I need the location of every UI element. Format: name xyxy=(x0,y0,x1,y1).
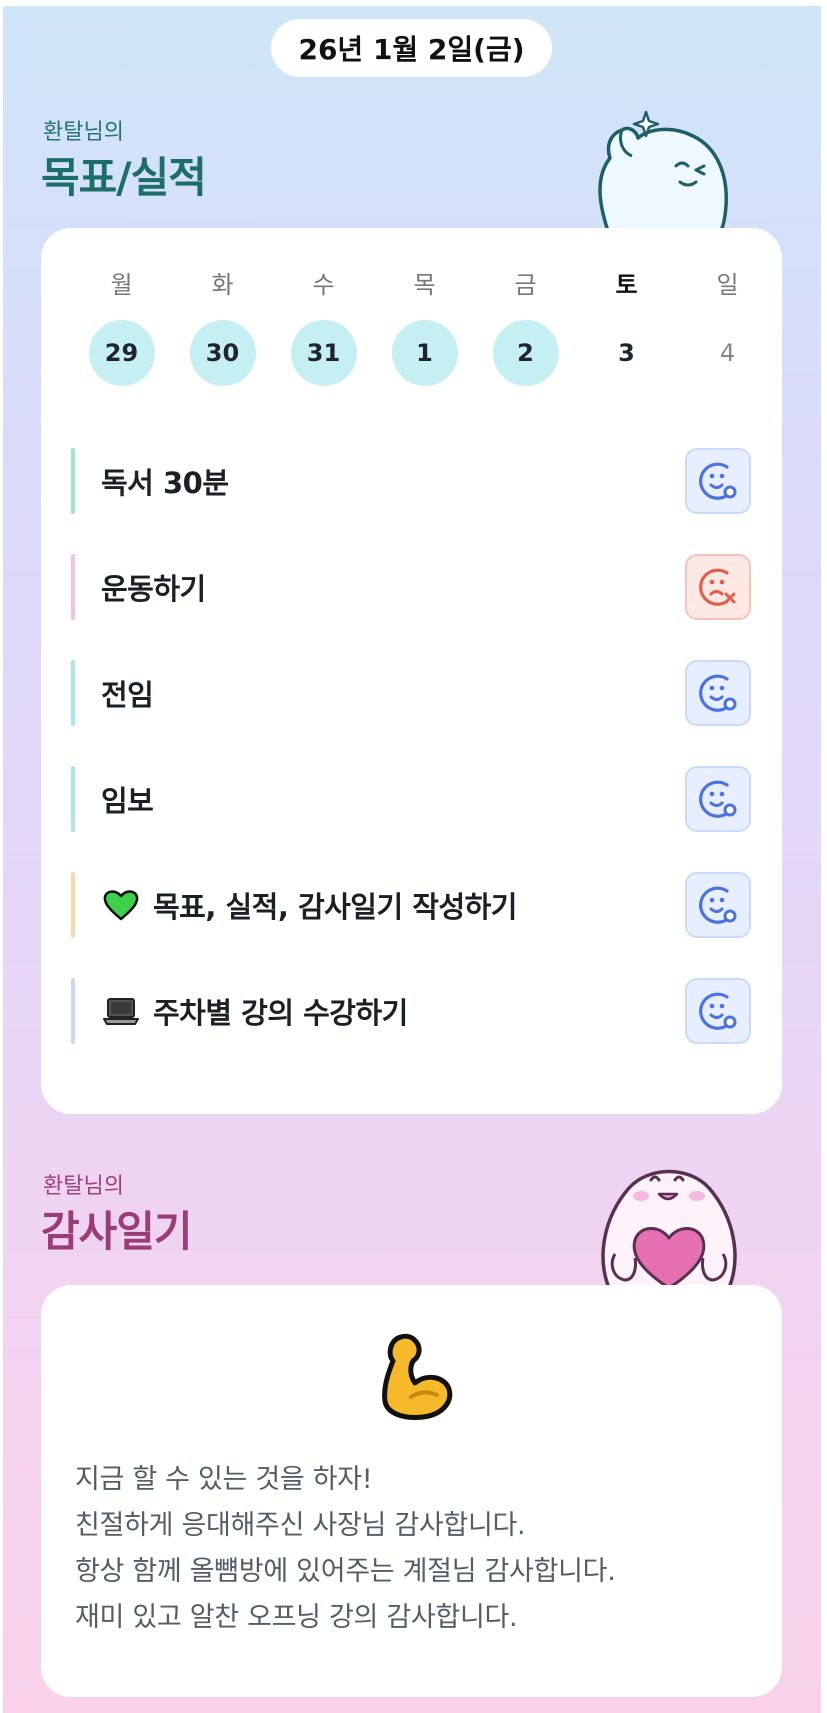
goals-title: 목표/실적 xyxy=(41,153,207,202)
goal-color-bar xyxy=(71,660,75,726)
goal-item[interactable]: 독서 30분 xyxy=(71,448,751,514)
goal-label: 전임 xyxy=(101,678,154,712)
goals-subtitle: 환탈님의 xyxy=(43,120,124,145)
fail-face-icon xyxy=(699,568,736,606)
goal-status-button[interactable] xyxy=(685,554,751,620)
goal-status-button[interactable] xyxy=(685,448,751,514)
weekday-fri: 금 xyxy=(514,271,537,299)
goal-label: 운동하기 xyxy=(101,572,206,606)
goal-label: 임보 xyxy=(101,784,154,818)
goals-card: 월 화 수 목 금 토 일 29 30 31 1 2 3 4 독서 30분 운동… xyxy=(41,228,782,1114)
goal-color-bar xyxy=(71,978,75,1044)
gratitude-title: 감사일기 xyxy=(41,1207,193,1256)
weekday-wed: 수 xyxy=(312,271,335,299)
date-30[interactable]: 30 xyxy=(189,320,256,386)
gratitude-line: 친절하게 응대해주신 사장님 감사합니다. xyxy=(75,1510,526,1541)
goal-label: 목표, 실적, 감사일기 작성하기 xyxy=(153,890,517,924)
date-2[interactable]: 2 xyxy=(492,320,559,386)
date-31[interactable]: 31 xyxy=(290,320,357,386)
date-29[interactable]: 29 xyxy=(88,320,155,386)
gratitude-line: 지금 할 수 있는 것을 하자! xyxy=(75,1464,373,1495)
goal-item[interactable]: 임보 xyxy=(71,766,751,832)
goal-status-button[interactable] xyxy=(685,872,751,938)
heart-hug-mascot-icon xyxy=(601,1169,737,1290)
green-heart-icon xyxy=(101,885,141,925)
goal-label: 독서 30분 xyxy=(101,466,229,500)
laptop-icon xyxy=(101,991,141,1031)
current-date: 26년 1월 2일(금) xyxy=(298,33,525,66)
weekday-mon: 월 xyxy=(110,271,133,299)
thumbs-up-mascot-icon xyxy=(598,110,728,234)
goal-status-button[interactable] xyxy=(685,978,751,1044)
goal-status-button[interactable] xyxy=(685,766,751,832)
weekday-sun: 일 xyxy=(716,271,739,299)
goal-label: 주차별 강의 수강하기 xyxy=(153,996,408,1030)
goal-status-button[interactable] xyxy=(685,660,751,726)
success-face-icon xyxy=(699,780,737,818)
gratitude-subtitle: 환탈님의 xyxy=(43,1174,124,1199)
success-face-icon xyxy=(699,674,737,712)
date-1[interactable]: 1 xyxy=(391,320,458,386)
goal-item[interactable]: 주차별 강의 수강하기 xyxy=(71,978,751,1044)
goal-list: 독서 30분 운동하기 전임 임보 목표, 실적, 감사일기 작성하기 주차별 … xyxy=(71,448,751,1084)
date-3[interactable]: 3 xyxy=(594,320,660,386)
weekday-sat: 토 xyxy=(615,271,638,299)
success-face-icon xyxy=(699,886,737,924)
weekday-thu: 목 xyxy=(413,271,436,299)
goal-color-bar xyxy=(71,554,75,620)
goal-color-bar xyxy=(71,448,75,514)
date-pill[interactable]: 26년 1월 2일(금) xyxy=(271,19,552,77)
goal-item[interactable]: 운동하기 xyxy=(71,554,751,620)
goal-item[interactable]: 목표, 실적, 감사일기 작성하기 xyxy=(71,872,751,938)
gratitude-line: 재미 있고 알찬 오프닝 강의 감사합니다. xyxy=(75,1602,518,1633)
flexed-biceps-icon xyxy=(382,1333,453,1420)
app-screen: 26년 1월 2일(금) 환탈님의 목표/실적 월 화 수 목 금 토 일 29… xyxy=(3,6,821,1713)
goal-color-bar xyxy=(71,872,75,938)
weekday-tue: 화 xyxy=(211,271,234,299)
gratitude-card: 지금 할 수 있는 것을 하자! 친절하게 응대해주신 사장님 감사합니다. 항… xyxy=(41,1285,782,1697)
goal-color-bar xyxy=(71,766,75,832)
gratitude-line: 항상 함께 올뻄방에 있어주는 계절님 감사합니다. xyxy=(75,1556,616,1587)
week-strip: 월 화 수 목 금 토 일 29 30 31 1 2 3 4 xyxy=(71,268,779,386)
date-4[interactable]: 4 xyxy=(695,320,761,386)
gratitude-entry: 지금 할 수 있는 것을 하자! 친절하게 응대해주신 사장님 감사합니다. 항… xyxy=(75,1457,755,1641)
goal-item[interactable]: 전임 xyxy=(71,660,751,726)
success-face-icon xyxy=(699,992,737,1030)
success-face-icon xyxy=(699,462,737,500)
